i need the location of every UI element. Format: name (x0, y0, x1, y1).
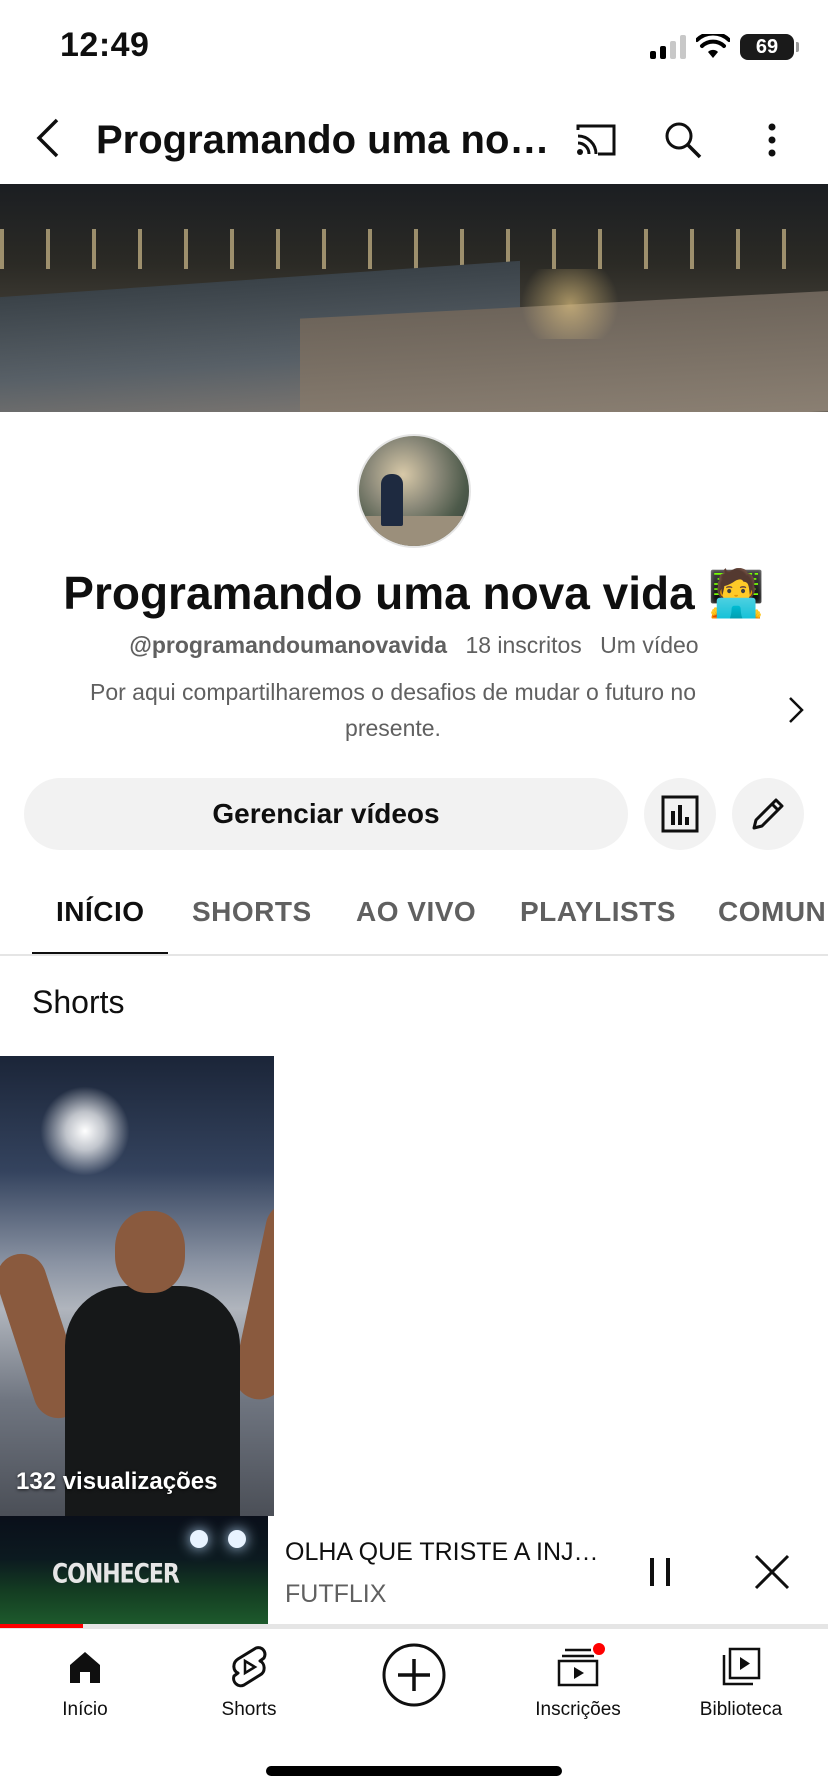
nav-subscriptions[interactable]: Inscrições (503, 1641, 653, 1721)
channel-page: 12:49 69 Programando uma nova vida 🧑‍💻 (0, 0, 828, 1792)
nav-library[interactable]: Biblioteca (666, 1643, 816, 1721)
home-indicator (266, 1766, 562, 1776)
shorts-section-title: Shorts (32, 984, 125, 1020)
analytics-icon (661, 795, 699, 833)
wifi-icon (696, 34, 730, 58)
avatar-rock (359, 516, 469, 546)
search-icon (665, 122, 702, 159)
short-view-count: 132 visualizações (16, 1468, 218, 1495)
nav-home[interactable]: Início (10, 1643, 160, 1721)
channel-meta: @programandoumanovavida 18 inscritos Um … (0, 632, 828, 659)
edit-channel-button[interactable] (732, 778, 804, 850)
bottom-navigation: Início Shorts Inscrições Biblioteca (0, 1628, 828, 1748)
avatar-person (381, 474, 403, 526)
back-button[interactable] (24, 114, 72, 162)
close-icon (754, 1554, 790, 1590)
subscriber-count: 18 inscritos (465, 632, 582, 658)
banner-city-lights (0, 229, 828, 269)
tab-comunidade[interactable]: COMUNIDADE (718, 896, 828, 928)
nav-shorts-label: Shorts (221, 1699, 277, 1720)
nav-home-label: Início (62, 1699, 108, 1720)
chevron-left-icon (36, 118, 59, 158)
active-tab-indicator (32, 952, 168, 954)
banner-glare (510, 269, 630, 339)
create-icon (381, 1641, 447, 1709)
description-expand-button[interactable] (778, 690, 814, 730)
cast-icon (576, 124, 616, 156)
more-options-button[interactable] (746, 114, 798, 166)
channel-name: Programando uma nova vida 🧑‍💻 (63, 567, 765, 619)
search-button[interactable] (657, 114, 709, 166)
mini-player-thumbnail[interactable]: CONHECER (0, 1516, 268, 1624)
notification-dot (591, 1641, 607, 1657)
channel-banner (0, 184, 828, 412)
analytics-button[interactable] (644, 778, 716, 850)
mini-player[interactable]: CONHECER OLHA QUE TRISTE A INJUSTIÇA FUT… (0, 1516, 828, 1628)
top-app-bar: Programando uma nova vida 🧑‍💻 (0, 92, 828, 184)
nav-subscriptions-label: Inscrições (535, 1699, 621, 1720)
channel-handle: @programandoumanovavida (129, 632, 448, 658)
pause-icon (650, 1558, 670, 1586)
tab-inicio[interactable]: INÍCIO (56, 896, 145, 928)
stadium-light (190, 1530, 208, 1548)
mini-player-thumbnail-text: CONHECER (52, 1559, 180, 1590)
status-time: 12:49 (60, 26, 150, 64)
shorts-icon (230, 1643, 268, 1691)
nav-library-label: Biblioteca (699, 1699, 783, 1720)
stadium-light (228, 1530, 246, 1548)
short-video-card[interactable] (0, 1056, 274, 1516)
battery-level: 69 (755, 35, 779, 58)
chevron-right-icon (789, 697, 804, 723)
status-bar: 12:49 69 (0, 0, 828, 92)
pencil-icon (752, 798, 784, 830)
library-icon (721, 1643, 761, 1691)
mini-player-channel: FUTFLIX (285, 1580, 387, 1608)
tab-playlists[interactable]: PLAYLISTS (520, 896, 676, 928)
cast-button[interactable] (570, 114, 622, 166)
short-thumb-light (40, 1086, 130, 1176)
short-thumb-head (115, 1211, 185, 1293)
battery-icon: 69 (740, 34, 799, 60)
channel-tabs: INÍCIO SHORTS AO VIVO PLAYLISTS COMUNIDA… (0, 872, 828, 956)
tab-ao-vivo[interactable]: AO VIVO (356, 896, 476, 928)
close-mini-player-button[interactable] (748, 1548, 796, 1596)
channel-avatar[interactable] (357, 434, 471, 548)
cellular-signal-icon (650, 35, 686, 59)
status-icons: 69 (650, 34, 799, 60)
home-icon (66, 1643, 104, 1691)
nav-shorts[interactable]: Shorts (174, 1643, 324, 1721)
more-vertical-icon (768, 123, 776, 157)
subscriptions-icon (557, 1641, 607, 1691)
manage-videos-button[interactable]: Gerenciar vídeos (24, 778, 628, 850)
video-count: Um vídeo (600, 632, 699, 658)
nav-create[interactable] (339, 1641, 489, 1709)
mini-player-title[interactable]: OLHA QUE TRISTE A INJUSTIÇA (285, 1538, 615, 1567)
channel-description[interactable]: Por aqui compartilharemos o desafios de … (50, 674, 736, 746)
pause-button[interactable] (636, 1548, 684, 1596)
tab-shorts[interactable]: SHORTS (192, 896, 312, 928)
page-title: Programando uma nova vida 🧑‍💻 (96, 118, 556, 162)
